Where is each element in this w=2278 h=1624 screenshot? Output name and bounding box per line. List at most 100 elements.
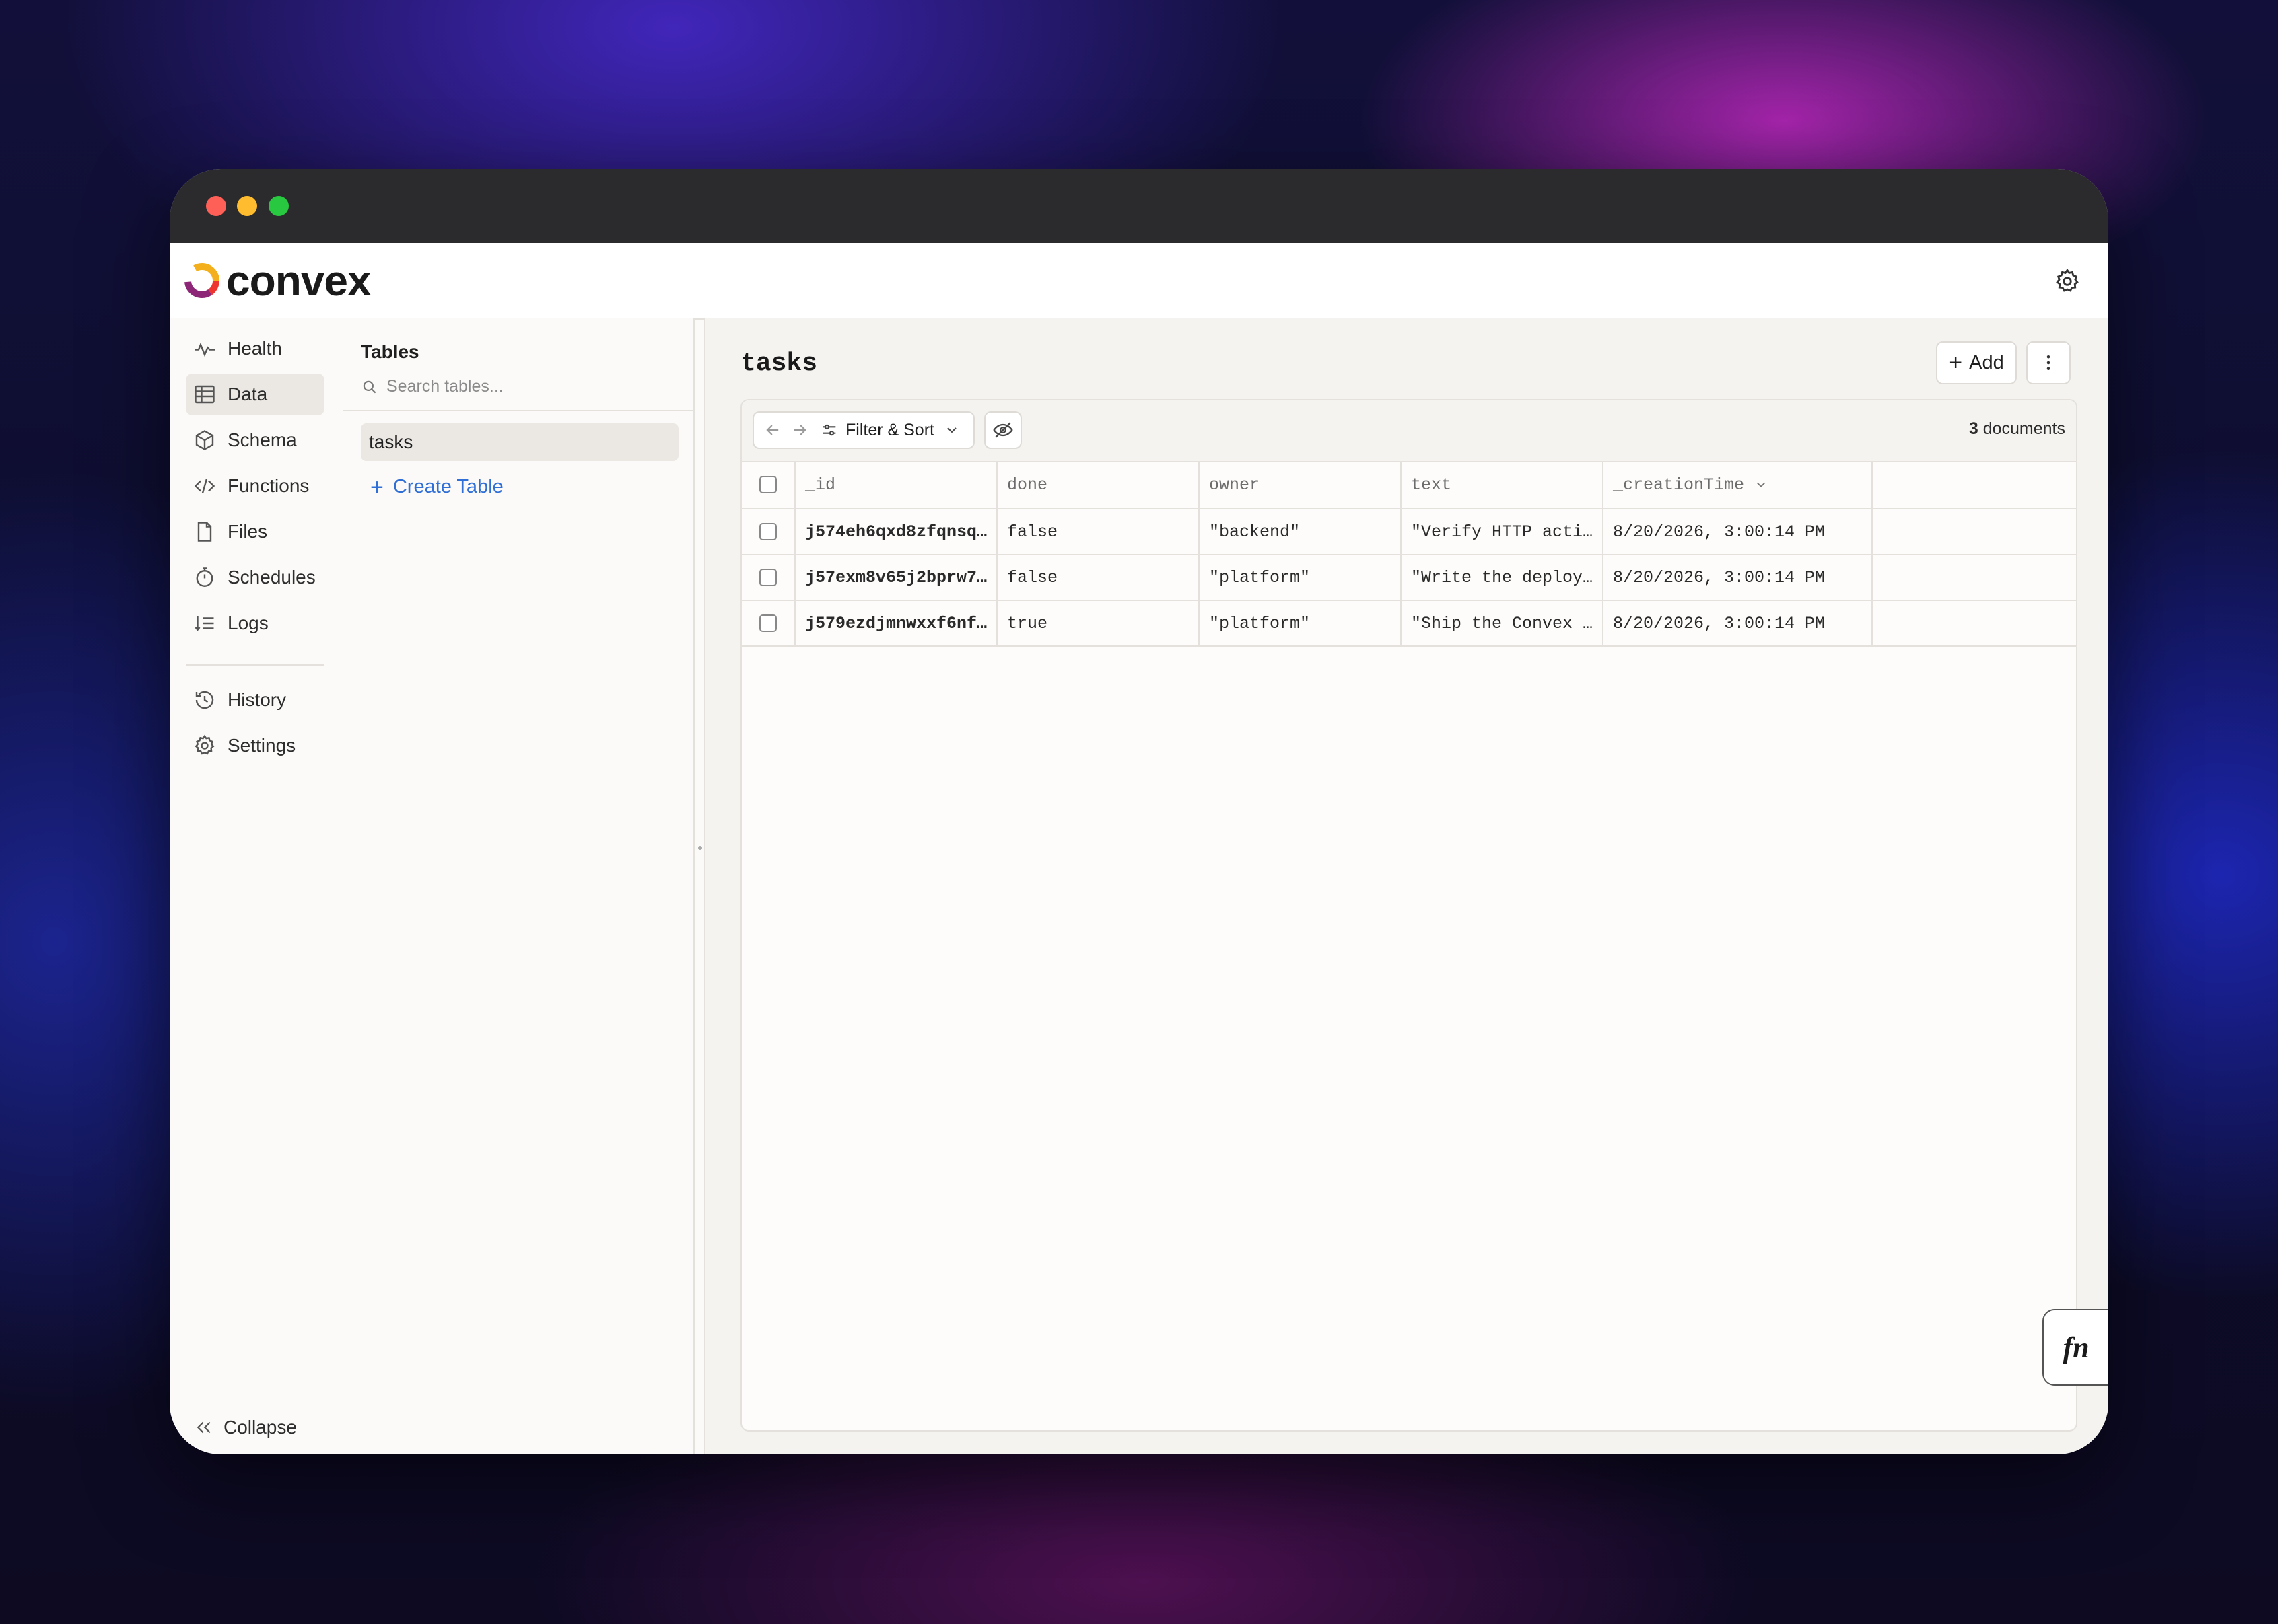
minimize-window-button[interactable]: [237, 196, 257, 216]
plus-icon: +: [1949, 350, 1963, 376]
document-count: 3 documents: [1969, 419, 2065, 439]
column-header-done[interactable]: done: [998, 461, 1200, 508]
cell-value: false: [1007, 567, 1058, 588]
sidebar-item-logs[interactable]: Logs: [186, 602, 324, 644]
table-row[interactable]: j57exm8v65j2bprw7h… false "platform" "Wr…: [742, 555, 2076, 601]
window-titlebar: [170, 169, 2108, 243]
row-checkbox[interactable]: [759, 523, 777, 540]
more-options-button[interactable]: [2026, 341, 2071, 384]
cell-id[interactable]: j574eh6qxd8zfqnsqv…: [796, 509, 998, 554]
sidebar-item-settings[interactable]: Settings: [186, 725, 324, 767]
column-header-text[interactable]: text: [1402, 461, 1603, 508]
table-item-label: tasks: [369, 431, 413, 452]
cell-value: "platform": [1209, 613, 1311, 633]
cell-text[interactable]: "Ship the Convex R…: [1402, 601, 1603, 645]
sidebar-item-history[interactable]: History: [186, 679, 324, 721]
chevron-down-icon: [1756, 482, 1766, 488]
table-icon: [195, 385, 215, 404]
cell-done[interactable]: true: [998, 601, 1200, 645]
cell-value: j574eh6qxd8zfqnsqv…: [805, 522, 988, 542]
eye-off-icon: [993, 422, 1013, 438]
create-table-button[interactable]: + Create Table: [370, 476, 504, 499]
sidebar-item-functions[interactable]: Functions: [186, 465, 324, 507]
settings-gear-icon[interactable]: [2053, 267, 2081, 295]
convex-logo[interactable]: convex: [183, 256, 372, 305]
sort-indicator: _creationTime: [1613, 475, 1768, 495]
add-document-button[interactable]: + Add: [1936, 341, 2017, 384]
history-icon: [195, 691, 214, 709]
cell-value: "Write the deploym…: [1411, 567, 1594, 588]
row-checkbox[interactable]: [759, 614, 777, 632]
cell-done[interactable]: false: [998, 509, 1200, 554]
arrow-right-icon[interactable]: [790, 421, 809, 439]
column-header-label: _id: [805, 474, 836, 495]
sidebar-item-files[interactable]: Files: [186, 511, 324, 553]
column-header-owner[interactable]: owner: [1200, 461, 1402, 508]
cell-done[interactable]: false: [998, 555, 1200, 600]
table-row[interactable]: j579ezdjmnwxxf6nfa… true "platform" "Shi…: [742, 601, 2076, 647]
cell-owner[interactable]: "platform": [1200, 555, 1402, 600]
cell-value: 8/20/2026, 3:00:14 PM: [1613, 567, 1826, 588]
chevron-down-icon: [947, 427, 957, 433]
table-row[interactable]: j574eh6qxd8zfqnsqv… false "backend" "Ver…: [742, 509, 2076, 555]
function-runner-button[interactable]: fn: [2042, 1309, 2108, 1386]
hide-fields-button[interactable]: [984, 411, 1022, 449]
column-header-id[interactable]: _id: [796, 461, 998, 508]
row-spacer: [1873, 601, 2076, 645]
page-title: tasks: [740, 349, 818, 378]
sidebar-item-label: Schema: [228, 429, 297, 450]
column-header-label: _creationTime: [1613, 474, 1745, 495]
resize-grip-icon: [698, 846, 702, 850]
column-header-label: text: [1411, 474, 1452, 495]
search-tables-input[interactable]: [385, 376, 670, 397]
create-table-label: Create Table: [392, 476, 504, 497]
cube-icon: [195, 430, 214, 450]
sidebar-nav: Health Data Schema Functions Files Sched…: [170, 318, 345, 1454]
top-bar: convex: [170, 243, 2108, 320]
arrow-left-icon[interactable]: [763, 421, 782, 439]
sidebar-item-label: Schedules: [228, 567, 316, 588]
filter-sort-group: Filter & Sort: [753, 411, 975, 449]
row-select-cell: [742, 509, 796, 554]
document-count-value: 3: [1968, 419, 1978, 438]
cell-text[interactable]: "Verify HTTP actio…: [1402, 509, 1603, 554]
row-select-cell: [742, 555, 796, 600]
row-checkbox[interactable]: [759, 569, 777, 586]
row-select-cell: [742, 601, 796, 645]
app-name: convex: [226, 256, 372, 305]
tables-heading: Tables: [361, 341, 419, 362]
cell-id[interactable]: j579ezdjmnwxxf6nfa…: [796, 601, 998, 645]
column-header-creation-time[interactable]: _creationTime: [1603, 461, 1873, 508]
panel-resize-handle[interactable]: [696, 318, 705, 1454]
table-item-tasks[interactable]: tasks: [361, 423, 679, 461]
cell-value: j579ezdjmnwxxf6nfa…: [805, 613, 988, 633]
column-header-label: owner: [1209, 474, 1260, 495]
cell-owner[interactable]: "platform": [1200, 601, 1402, 645]
collapse-label: Collapse: [223, 1417, 297, 1438]
gear-icon: [195, 734, 215, 755]
close-window-button[interactable]: [206, 196, 226, 216]
cell-value: 8/20/2026, 3:00:14 PM: [1613, 522, 1826, 542]
cell-text[interactable]: "Write the deploym…: [1402, 555, 1603, 600]
sidebar-item-data[interactable]: Data: [186, 374, 324, 415]
add-label: Add: [1969, 351, 2004, 374]
sidebar-item-label: Health: [228, 338, 282, 359]
data-toolbar: Filter & Sort 3 documents: [742, 400, 2076, 462]
cell-creation-time[interactable]: 8/20/2026, 3:00:14 PM: [1603, 509, 1873, 554]
row-spacer: [1873, 555, 2076, 600]
cell-creation-time[interactable]: 8/20/2026, 3:00:14 PM: [1603, 555, 1873, 600]
collapse-sidebar-button[interactable]: Collapse: [194, 1417, 297, 1438]
cell-creation-time[interactable]: 8/20/2026, 3:00:14 PM: [1603, 601, 1873, 645]
filter-sort-button[interactable]: Filter & Sort: [845, 421, 934, 440]
sidebar-item-schedules[interactable]: Schedules: [186, 557, 324, 598]
stopwatch-icon: [196, 567, 213, 587]
select-all-checkbox[interactable]: [759, 476, 777, 493]
maximize-window-button[interactable]: [269, 196, 289, 216]
sliders-icon: [823, 424, 836, 436]
sidebar-item-health[interactable]: Health: [186, 328, 324, 369]
sidebar-item-label: Files: [228, 521, 268, 542]
cell-owner[interactable]: "backend": [1200, 509, 1402, 554]
sidebar-item-label: Logs: [228, 612, 269, 633]
sidebar-item-schema[interactable]: Schema: [186, 419, 324, 461]
cell-id[interactable]: j57exm8v65j2bprw7h…: [796, 555, 998, 600]
